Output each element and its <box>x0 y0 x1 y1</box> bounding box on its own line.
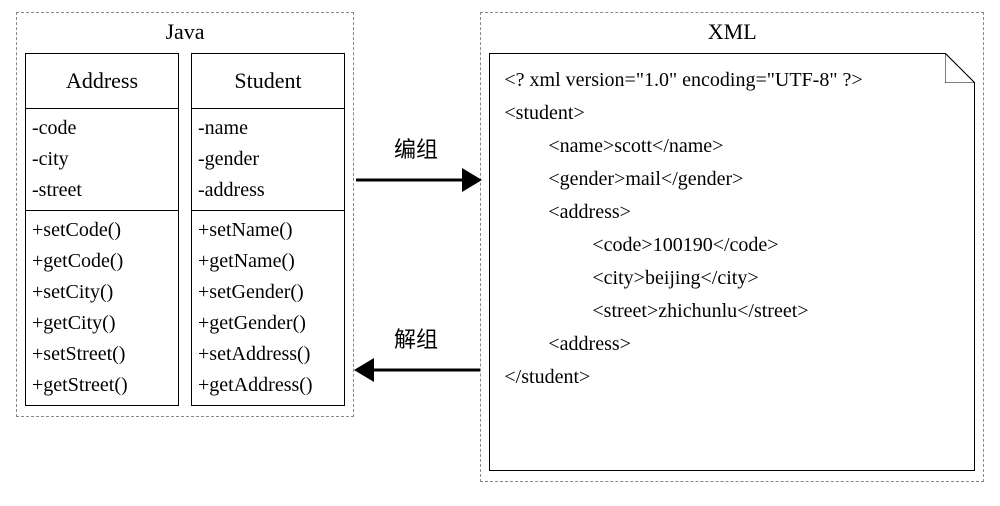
xml-panel-title: XML <box>481 19 983 45</box>
uml-op: +getStreet() <box>32 370 172 401</box>
uml-attr: -street <box>32 175 172 206</box>
uml-op: +setAddress() <box>198 339 338 370</box>
xml-document: <? xml version="1.0" encoding="UTF-8" ?>… <box>489 53 975 471</box>
uml-class-attrs: -code -city -street <box>26 109 178 211</box>
uml-op: +setGender() <box>198 277 338 308</box>
xml-line: <city>beijing</city> <box>504 262 960 295</box>
uml-class-name: Address <box>26 54 178 109</box>
uml-op: +getGender() <box>198 308 338 339</box>
xml-panel: XML <? xml version="1.0" encoding="UTF-8… <box>480 12 984 482</box>
xml-line: <? xml version="1.0" encoding="UTF-8" ?> <box>504 64 960 97</box>
page-fold-icon <box>945 53 975 83</box>
uml-op: +getName() <box>198 246 338 277</box>
arrow-right-icon <box>354 160 482 200</box>
uml-class-name: Student <box>192 54 344 109</box>
uml-class-student: Student -name -gender -address +setName(… <box>191 53 345 406</box>
xml-line: <street>zhichunlu</street> <box>504 295 960 328</box>
uml-attr: -name <box>198 113 338 144</box>
uml-class-row: Address -code -city -street +setCode() +… <box>25 53 345 406</box>
xml-line: <address> <box>504 196 960 229</box>
uml-op: +getAddress() <box>198 370 338 401</box>
uml-op: +setStreet() <box>32 339 172 370</box>
arrow-left-icon <box>354 350 482 390</box>
uml-class-ops: +setCode() +getCode() +setCity() +getCit… <box>26 211 178 405</box>
uml-op: +getCode() <box>32 246 172 277</box>
uml-op: +setCode() <box>32 215 172 246</box>
uml-attr: -gender <box>198 144 338 175</box>
uml-attr: -address <box>198 175 338 206</box>
uml-class-attrs: -name -gender -address <box>192 109 344 211</box>
uml-op: +setCity() <box>32 277 172 308</box>
xml-line: </student> <box>504 361 960 394</box>
arrows-column: 编组 解组 <box>354 12 480 452</box>
xml-line: <address> <box>504 328 960 361</box>
uml-op: +getCity() <box>32 308 172 339</box>
uml-class-ops: +setName() +getName() +setGender() +getG… <box>192 211 344 405</box>
xml-line: <name>scott</name> <box>504 130 960 163</box>
xml-line: <code>100190</code> <box>504 229 960 262</box>
uml-attr: -city <box>32 144 172 175</box>
uml-attr: -code <box>32 113 172 144</box>
uml-class-address: Address -code -city -street +setCode() +… <box>25 53 179 406</box>
uml-op: +setName() <box>198 215 338 246</box>
xml-line: <gender>mail</gender> <box>504 163 960 196</box>
xml-line: <student> <box>504 97 960 130</box>
java-panel-title: Java <box>25 19 345 45</box>
diagram-root: Java Address -code -city -street +setCod… <box>0 0 1000 494</box>
java-panel: Java Address -code -city -street +setCod… <box>16 12 354 417</box>
